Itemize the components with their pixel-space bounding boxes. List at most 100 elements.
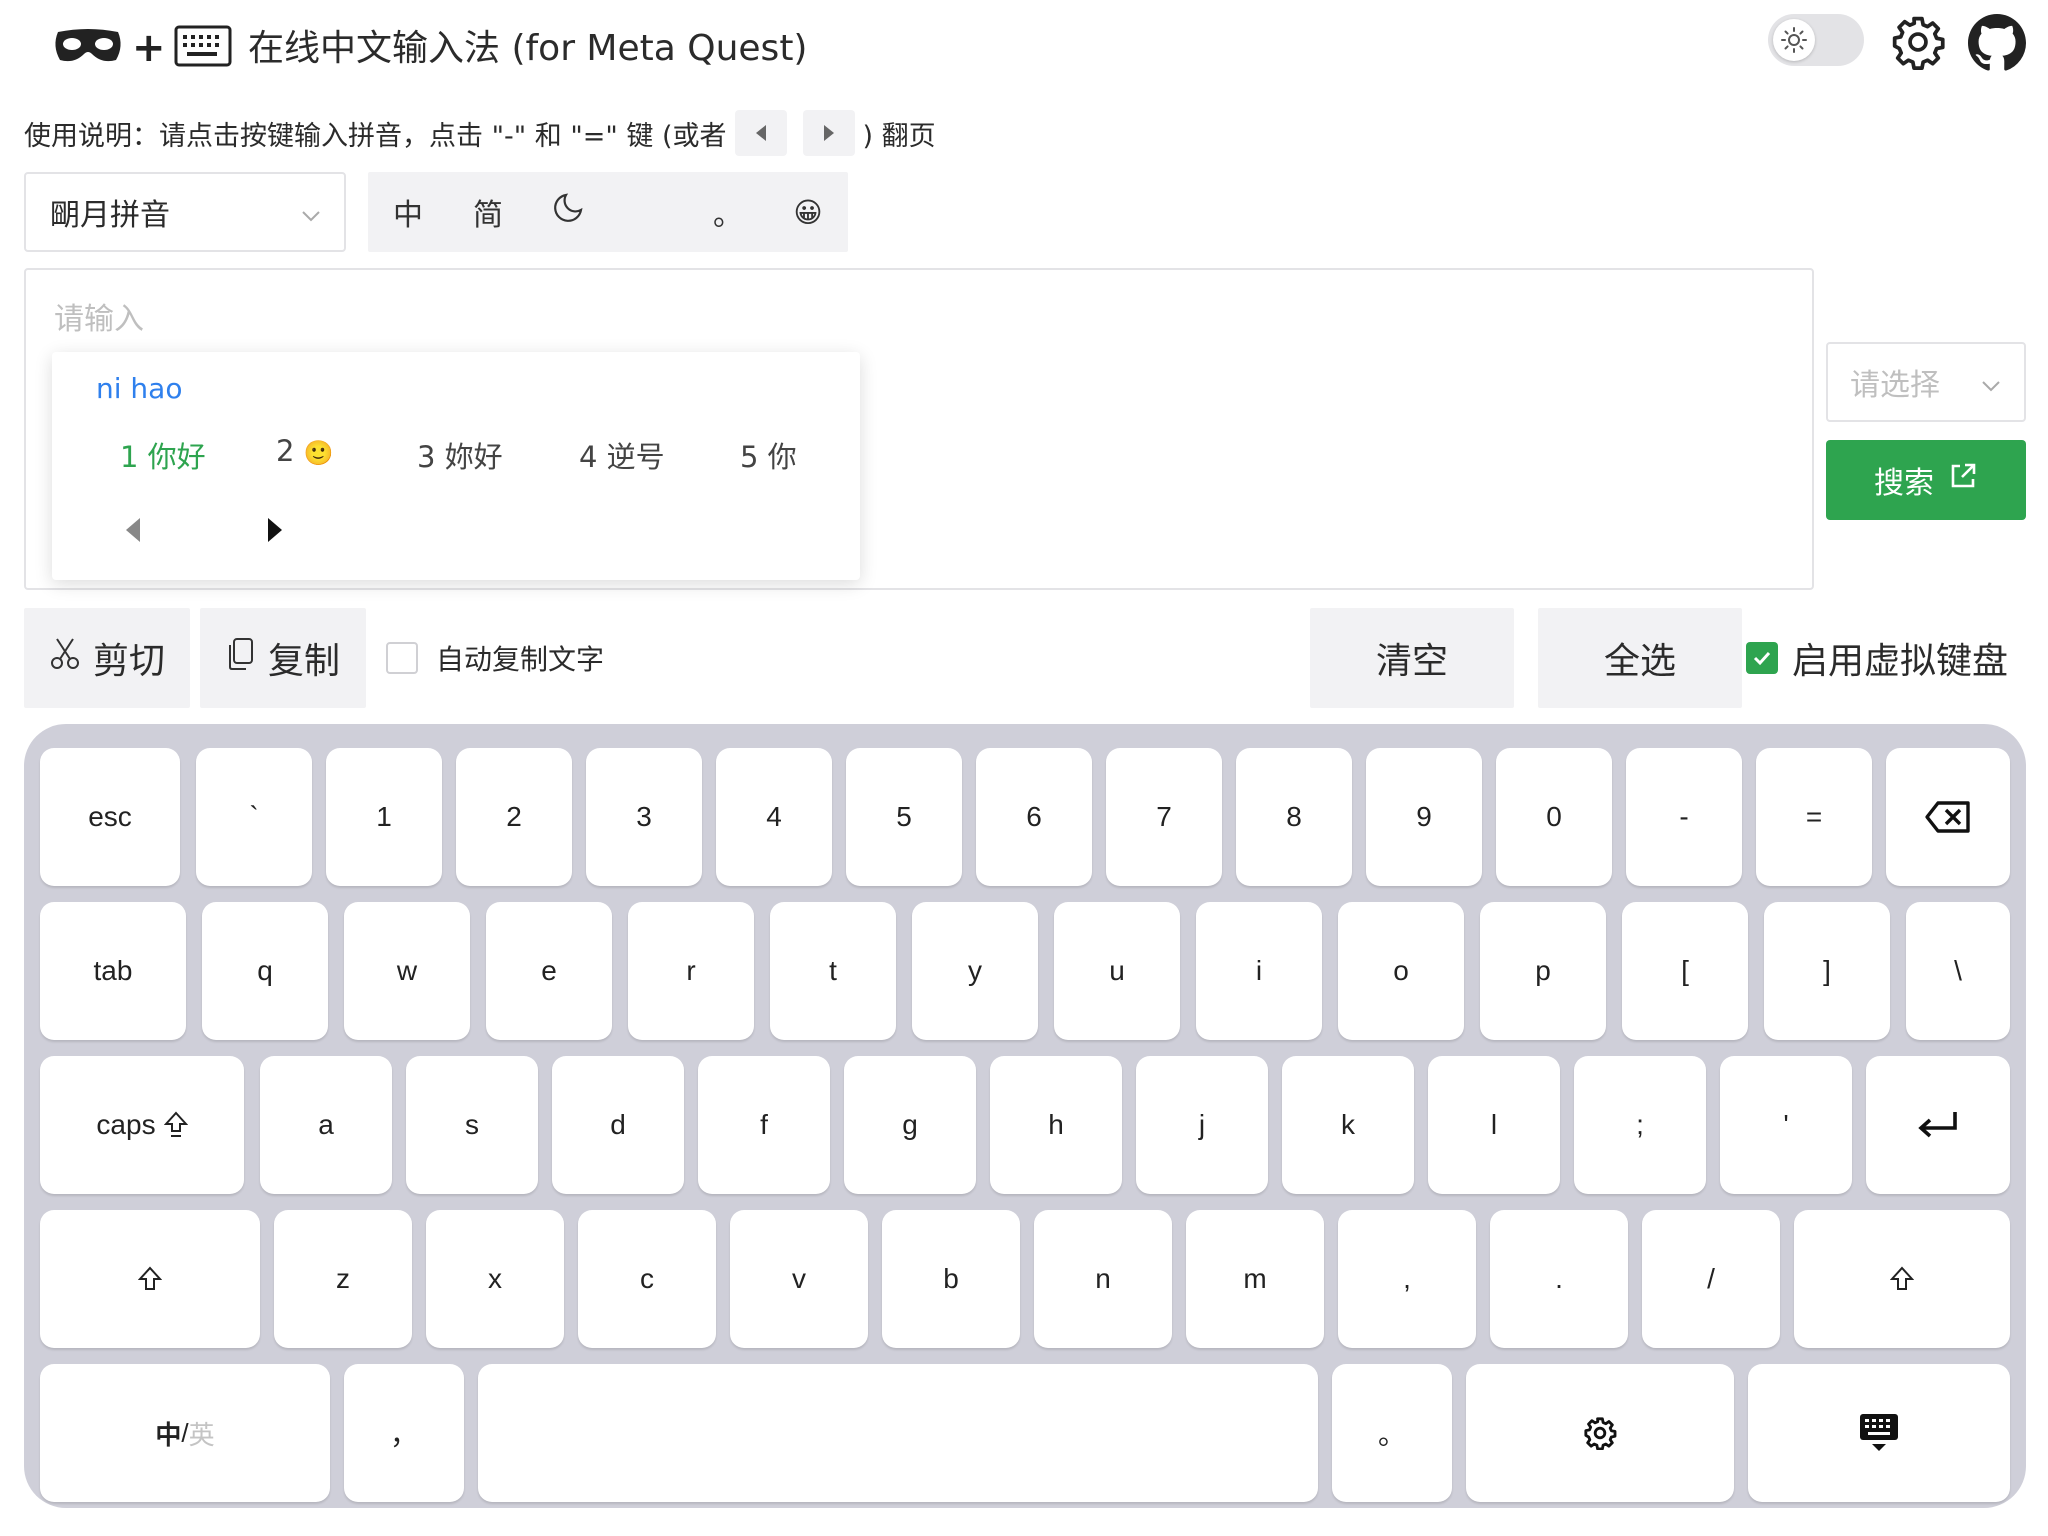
candidate-next-button[interactable] xyxy=(260,510,290,550)
external-link-icon xyxy=(1948,461,1978,499)
clear-button[interactable]: 清空 xyxy=(1310,608,1514,708)
key-backslash[interactable]: \ xyxy=(1906,902,2010,1040)
key-shift-left[interactable] xyxy=(40,1210,260,1348)
key-4[interactable]: 4 xyxy=(716,748,832,886)
key-x[interactable]: x xyxy=(426,1210,564,1348)
key-lang-switch[interactable]: 中 / 英 xyxy=(40,1364,330,1502)
key-a[interactable]: a xyxy=(260,1056,392,1194)
punctuation-label: 。 xyxy=(713,198,743,233)
key-j[interactable]: j xyxy=(1136,1056,1268,1194)
candidate-item[interactable]: 2 🙂 xyxy=(276,434,334,468)
key-f[interactable]: f xyxy=(698,1056,830,1194)
key-g[interactable]: g xyxy=(844,1056,976,1194)
search-button[interactable]: 搜索 xyxy=(1826,440,2026,520)
key-equals[interactable]: = xyxy=(1756,748,1872,886)
ime-select[interactable]: 朙月拼音 xyxy=(24,172,346,252)
key-2[interactable]: 2 xyxy=(456,748,572,886)
key-minus[interactable]: - xyxy=(1626,748,1742,886)
settings-button[interactable] xyxy=(1890,14,1946,70)
key-l[interactable]: l xyxy=(1428,1056,1560,1194)
key-hide-keyboard[interactable] xyxy=(1748,1364,2010,1502)
key-o[interactable]: o xyxy=(1338,902,1464,1040)
key-n[interactable]: n xyxy=(1034,1210,1172,1348)
chinese-mode-button[interactable]: 中 xyxy=(368,172,448,252)
key-enter[interactable] xyxy=(1866,1056,2010,1194)
key-r[interactable]: r xyxy=(628,902,754,1040)
key-8[interactable]: 8 xyxy=(1236,748,1352,886)
key-right-bracket[interactable]: ] xyxy=(1764,902,1890,1040)
simplified-button[interactable]: 简 xyxy=(448,172,528,252)
sun-icon xyxy=(1773,19,1815,61)
page-prev-key[interactable] xyxy=(734,110,787,156)
key-9[interactable]: 9 xyxy=(1366,748,1482,886)
key-settings[interactable] xyxy=(1466,1364,1734,1502)
half-width-button[interactable] xyxy=(528,172,608,252)
copy-label: 复制 xyxy=(267,641,340,682)
key-period[interactable]: . xyxy=(1490,1210,1628,1348)
github-button[interactable] xyxy=(1968,14,2026,72)
key-semicolon[interactable]: ; xyxy=(1574,1056,1706,1194)
key-label: j xyxy=(1198,1109,1206,1140)
key-0[interactable]: 0 xyxy=(1496,748,1612,886)
key-c[interactable]: c xyxy=(578,1210,716,1348)
candidate-prev-button[interactable] xyxy=(118,510,148,550)
key-b[interactable]: b xyxy=(882,1210,1020,1348)
key-left-bracket[interactable]: [ xyxy=(1622,902,1748,1040)
candidate-item[interactable]: 4 逆号 xyxy=(579,434,665,476)
key-i[interactable]: i xyxy=(1196,902,1322,1040)
key-cn-comma[interactable]: ， xyxy=(344,1364,464,1502)
caret-right-icon xyxy=(823,125,834,141)
search-engine-select[interactable]: 请选择 xyxy=(1826,342,2026,422)
key-esc[interactable]: esc xyxy=(40,748,180,886)
key-t[interactable]: t xyxy=(770,902,896,1040)
key-slash[interactable]: / xyxy=(1642,1210,1780,1348)
key-comma[interactable]: , xyxy=(1338,1210,1476,1348)
pinyin-composition: ni hao xyxy=(96,372,183,405)
key-q[interactable]: q xyxy=(202,902,328,1040)
key-p[interactable]: p xyxy=(1480,902,1606,1040)
logo-plus: + xyxy=(132,25,166,71)
key-backtick[interactable]: ` xyxy=(196,748,312,886)
key-label: \ xyxy=(1954,955,1962,986)
key-u[interactable]: u xyxy=(1054,902,1180,1040)
punctuation-button[interactable]: 。 xyxy=(688,172,768,252)
key-quote[interactable]: ' xyxy=(1720,1056,1852,1194)
key-m[interactable]: m xyxy=(1186,1210,1324,1348)
auto-copy-checkbox[interactable]: 自动复制文字 xyxy=(386,638,604,678)
key-7[interactable]: 7 xyxy=(1106,748,1222,886)
page-next-key[interactable] xyxy=(802,110,855,156)
caret-right-icon xyxy=(268,518,282,542)
key-y[interactable]: y xyxy=(912,902,1038,1040)
toolbar-blank-button[interactable] xyxy=(608,172,688,252)
key-cn-period[interactable]: 。 xyxy=(1332,1364,1452,1502)
copy-button[interactable]: 复制 xyxy=(200,608,366,708)
key-e[interactable]: e xyxy=(486,902,612,1040)
emoji-button[interactable]: 😀 xyxy=(768,172,848,252)
key-5[interactable]: 5 xyxy=(846,748,962,886)
simplified-label: 简 xyxy=(473,198,503,233)
candidate-item[interactable]: 1 你好 xyxy=(120,434,206,476)
key-k[interactable]: k xyxy=(1282,1056,1414,1194)
key-tab[interactable]: tab xyxy=(40,902,186,1040)
key-d[interactable]: d xyxy=(552,1056,684,1194)
key-z[interactable]: z xyxy=(274,1210,412,1348)
key-6[interactable]: 6 xyxy=(976,748,1092,886)
key-space[interactable] xyxy=(478,1364,1318,1502)
key-h[interactable]: h xyxy=(990,1056,1122,1194)
theme-toggle[interactable] xyxy=(1768,14,1864,66)
key-w[interactable]: w xyxy=(344,902,470,1040)
key-s[interactable]: s xyxy=(406,1056,538,1194)
select-all-button[interactable]: 全选 xyxy=(1538,608,1742,708)
key-label: b xyxy=(943,1263,959,1294)
key-label: h xyxy=(1048,1109,1064,1140)
key-backspace[interactable] xyxy=(1886,748,2010,886)
key-3[interactable]: 3 xyxy=(586,748,702,886)
key-1[interactable]: 1 xyxy=(326,748,442,886)
virtual-keyboard-checkbox[interactable]: 启用虚拟键盘 xyxy=(1746,636,2008,682)
key-v[interactable]: v xyxy=(730,1210,868,1348)
cut-button[interactable]: 剪切 xyxy=(24,608,190,708)
candidate-item[interactable]: 3 妳好 xyxy=(417,434,503,476)
key-shift-right[interactable] xyxy=(1794,1210,2010,1348)
candidate-item[interactable]: 5 你 xyxy=(740,434,797,476)
key-caps[interactable]: caps xyxy=(40,1056,244,1194)
